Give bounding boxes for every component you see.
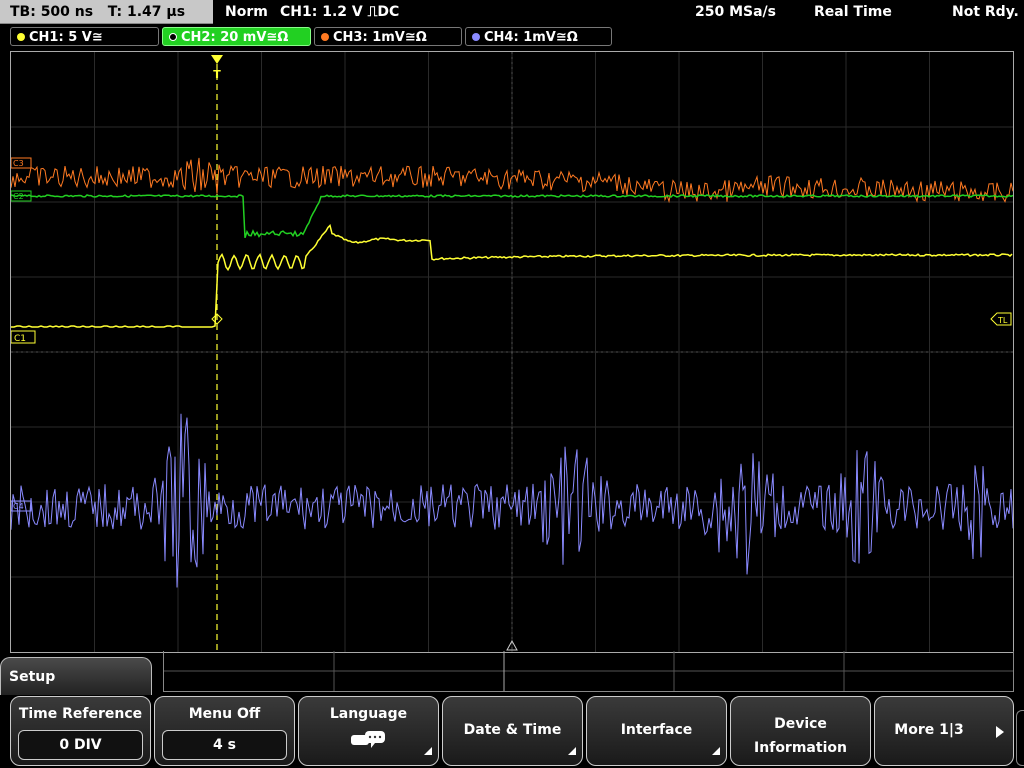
menu-title-tab: Setup [0,657,152,695]
side-panel-handle[interactable] [1016,710,1024,766]
sample-rate: 250 MSa/s [695,4,777,20]
device-information-softkey[interactable]: Device Information [730,696,871,766]
date-time-label: Date & Time [463,722,562,738]
ch4-color-dot-icon [472,32,480,41]
interface-label: Interface [620,722,693,738]
time-reference-label: Time Reference [18,706,143,722]
trigger-info: CH1: 1.2 V ⎍DC [280,4,400,20]
date-time-softkey[interactable]: Date & Time [442,696,583,766]
ch4-label: CH4: 1mV≅Ω [484,30,578,45]
trigger-position-marker-icon [211,55,223,64]
right-arrow-icon [996,726,1004,738]
menu-off-label: Menu Off [188,706,261,722]
overview-grid-svg [164,651,1013,691]
submenu-arrow-icon [712,747,720,755]
interface-softkey[interactable]: Interface [586,696,727,766]
device-information-line2: Information [754,740,847,756]
ch3-color-dot-icon [321,32,329,41]
timebase-label: TB: 500 ns [10,4,94,20]
menu-off-softkey[interactable]: Menu Off 4 s [154,696,295,766]
trigger-level-label: TL [997,316,1008,325]
channel-tab-ch3[interactable]: CH3: 1mV≅Ω [314,27,462,46]
speech-bubble-icon [351,731,385,748]
submenu-arrow-icon [424,747,432,755]
more-label: More 1|3 [894,722,964,738]
ch1-color-dot-icon [17,32,25,41]
menu-title: Setup [9,669,56,685]
ch1-label: CH1: 5 V≅ [29,30,103,45]
ch3-label: CH3: 1mV≅Ω [333,30,427,45]
channel-tab-ch1[interactable]: CH1: 5 V≅ [10,27,159,46]
status-indicator: Not Rdy. [952,4,1019,20]
menu-off-value: 4 s [162,730,287,760]
language-softkey[interactable]: Language [298,696,439,766]
timebase-box[interactable]: TB: 500 ns T: 1.47 µs [0,0,213,24]
language-label: Language [329,706,408,722]
ch1-ground-marker: C1 [10,330,36,344]
channel-tab-ch2[interactable]: CH2: 20 mV≅Ω [162,27,311,46]
trigger-position-label: T [213,68,221,81]
more-softkey[interactable]: More 1|3 [874,696,1014,766]
trigger-time-label: T: 1.47 µs [107,4,186,20]
ch3-marker-label: C3 [13,159,24,168]
trigger-mode: Norm [225,4,268,20]
channel-tab-ch4[interactable]: CH4: 1mV≅Ω [465,27,612,46]
time-reference-softkey[interactable]: Time Reference 0 DIV [10,696,151,766]
submenu-arrow-icon [568,747,576,755]
waveform-svg: T C3 C2 C1 C4 TL [10,52,1014,652]
device-information-label: Device Information [731,712,870,760]
ch1-marker-label: C1 [14,334,26,344]
ch2-label: CH2: 20 mV≅Ω [181,30,289,45]
time-reference-value: 0 DIV [18,730,143,760]
acquisition-mode: Real Time [814,4,892,20]
ch2-color-dot-icon [169,32,177,41]
ch4-marker-label: C4 [13,502,24,511]
status-bar: Norm CH1: 1.2 V ⎍DC 250 MSa/s Real Time … [215,0,1024,24]
device-information-line1: Device [774,716,827,732]
overview-strip [163,651,1014,692]
ch2-marker-label: C2 [13,192,24,201]
ch3-ground-marker: C3 [10,157,32,169]
graticule-grid [11,52,1013,652]
trigger-level-marker: TL [990,312,1012,326]
waveform-display[interactable]: T C3 C2 C1 C4 TL [10,51,1014,653]
